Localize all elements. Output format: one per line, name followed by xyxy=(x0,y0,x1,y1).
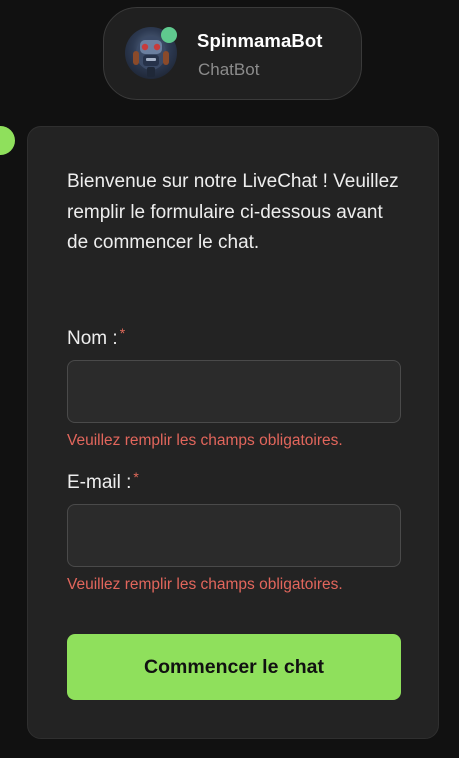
welcome-message: Bienvenue sur notre LiveChat ! Veuillez … xyxy=(67,171,399,253)
bot-name: SpinmamaBot xyxy=(197,30,323,51)
chat-bubble-icon xyxy=(0,126,15,155)
email-label-text: E-mail : xyxy=(67,472,132,493)
required-asterisk: * xyxy=(119,325,126,341)
prechat-form: Bienvenue sur notre LiveChat ! Veuillez … xyxy=(27,126,439,739)
bot-header: SpinmamaBot ChatBot xyxy=(103,7,362,100)
name-label-text: Nom : xyxy=(67,328,118,349)
bot-role: ChatBot xyxy=(198,60,260,79)
online-status-indicator xyxy=(161,27,177,43)
name-error-message: Veuillez remplir les champs obligatoires… xyxy=(67,432,343,449)
email-input[interactable] xyxy=(67,504,401,567)
name-input[interactable] xyxy=(67,360,401,423)
start-chat-button[interactable]: Commencer le chat xyxy=(67,634,401,700)
required-asterisk: * xyxy=(133,469,139,485)
name-field-label: Nom : * xyxy=(67,325,125,350)
email-error-message: Veuillez remplir les champs obligatoires… xyxy=(67,576,343,593)
email-field-label: E-mail : * xyxy=(67,469,139,494)
